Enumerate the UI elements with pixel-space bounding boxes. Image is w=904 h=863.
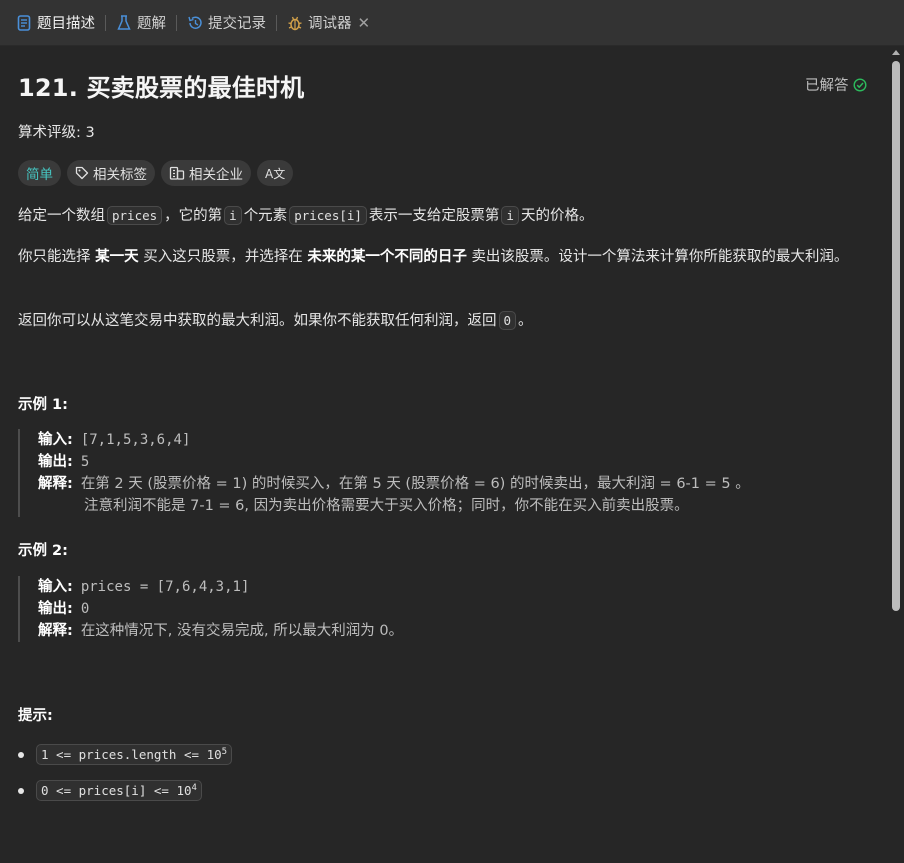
explain-label: 解释: xyxy=(38,476,73,492)
difficulty-label: 简单 xyxy=(26,167,53,183)
constraint-exponent: 5 xyxy=(221,747,228,757)
tab-label: 题目描述 xyxy=(37,16,95,32)
output-label: 输出: xyxy=(38,601,73,617)
description-paragraph: 你只能选择 某一天 买入这只股票，并选择在 未来的某一个不同的日子 卖出该股票。… xyxy=(18,245,870,269)
example-block: 输入: [7,1,5,3,6,4] 输出: 5 解释: 在第 2 天 (股票价格… xyxy=(18,429,870,517)
text: 你只能选择 xyxy=(18,249,91,265)
translate-icon: A文 xyxy=(265,166,286,181)
rating-label: 算术评级: xyxy=(18,125,81,141)
document-icon xyxy=(16,14,32,31)
tab-debugger[interactable]: 调试器 ✕ xyxy=(281,8,376,38)
companies-button[interactable]: 相关企业 xyxy=(161,160,251,186)
example-block: 输入: prices = [7,6,4,3,1] 输出: 0 解释: 在这种情况… xyxy=(18,576,870,642)
example-input: 输入: [7,1,5,3,6,4] xyxy=(38,429,870,451)
rating-value: 3 xyxy=(85,125,95,141)
tab-label: 提交记录 xyxy=(208,16,266,32)
text: 表示一支给定股票第 xyxy=(368,208,500,224)
example-input: 输入: prices = [7,6,4,3,1] xyxy=(38,576,870,598)
explain-text: 注意利润不能是 7-1 = 6, 因为卖出价格需要大于买入价格；同时，你不能在买… xyxy=(84,498,689,514)
input-value: [7,1,5,3,6,4] xyxy=(80,432,191,448)
solved-label: 已解答 xyxy=(805,78,849,94)
inline-code: i xyxy=(501,206,519,225)
description-paragraph: 返回你可以从这笔交易中获取的最大利润。如果你不能获取任何利润，返回 0。 xyxy=(18,309,870,333)
tab-submissions[interactable]: 提交记录 xyxy=(181,8,272,38)
text: 给定一个数组 xyxy=(18,208,105,224)
explain-text: 在第 2 天 (股票价格 = 1) 的时候买入，在第 5 天 (股票价格 = 6… xyxy=(80,476,750,492)
example-output: 输出: 5 xyxy=(38,451,870,473)
scrollbar-thumb[interactable] xyxy=(892,61,900,611)
constraint-exponent: 4 xyxy=(191,783,197,793)
bold-text: 未来的某一个不同的日子 xyxy=(307,249,467,265)
inline-code: i xyxy=(224,206,242,225)
constraint-text: 1 <= prices.length <= 10 xyxy=(41,747,222,763)
constraint-text: 0 <= prices[i] <= 10 xyxy=(41,783,192,799)
scroll-up-arrow-icon[interactable] xyxy=(892,50,900,55)
output-label: 输出: xyxy=(38,454,73,470)
rating: 算术评级: 3 xyxy=(18,121,95,142)
input-value: prices = [7,6,4,3,1] xyxy=(80,579,250,595)
description-paragraph: 给定一个数组 prices ，它的第 i 个元素 prices[i] 表示一支给定股票第 i 天… xyxy=(18,204,870,228)
problem-title: 121. 买卖股票的最佳时机 xyxy=(18,74,305,102)
inline-code: prices xyxy=(107,206,163,225)
example-heading: 示例 1: xyxy=(18,397,68,413)
translate-button[interactable]: A文 xyxy=(257,160,294,186)
bullet xyxy=(18,751,24,758)
tab-solutions[interactable]: 题解 xyxy=(110,8,172,38)
tab-divider xyxy=(105,14,106,31)
difficulty-badge: 简单 xyxy=(18,160,61,186)
text: 卖出该股票。设计一个算法来计算你所能获取的最大利润。 xyxy=(471,249,849,265)
constraint-code: 1 <= prices.length <= 105 xyxy=(36,744,233,766)
topics-button[interactable]: 相关标签 xyxy=(67,160,155,186)
tag-row: 简单 相关标签 相关企业 A文 xyxy=(18,160,294,186)
solved-status: 已解答 xyxy=(805,74,867,95)
example-explanation: 解释: 在第 2 天 (股票价格 = 1) 的时候买入，在第 5 天 (股票价格… xyxy=(38,473,870,495)
close-icon[interactable]: ✕ xyxy=(358,14,371,32)
bullet xyxy=(18,787,24,794)
tag-icon xyxy=(75,166,89,180)
building-icon xyxy=(169,166,185,180)
example-explanation-cont: 注意利润不能是 7-1 = 6, 因为卖出价格需要大于买入价格；同时，你不能在买… xyxy=(38,495,870,517)
output-value: 5 xyxy=(80,454,90,470)
constraints-heading: 提示: xyxy=(18,708,53,724)
explain-label: 解释: xyxy=(38,623,73,639)
text: 个元素 xyxy=(243,208,288,224)
output-value: 0 xyxy=(80,601,90,617)
bug-icon xyxy=(287,15,303,31)
companies-label: 相关企业 xyxy=(189,167,243,183)
example-explanation: 解释: 在这种情况下, 没有交易完成, 所以最大利润为 0。 xyxy=(38,620,870,642)
tab-divider xyxy=(176,14,177,31)
explain-text: 在这种情况下, 没有交易完成, 所以最大利润为 0。 xyxy=(80,623,404,639)
constraint-code: 0 <= prices[i] <= 104 xyxy=(36,780,202,802)
tab-divider xyxy=(276,14,277,31)
example-heading: 示例 2: xyxy=(18,543,68,559)
tab-label: 调试器 xyxy=(308,16,352,32)
input-label: 输入: xyxy=(38,432,73,448)
check-circle-icon xyxy=(852,77,867,92)
history-icon xyxy=(187,15,203,31)
flask-icon xyxy=(116,14,132,31)
text: 返回你可以从这笔交易中获取的最大利润。如果你不能获取任何利润，返回 xyxy=(18,313,497,329)
tab-description[interactable]: 题目描述 xyxy=(10,8,101,38)
text: 买入这只股票，并选择在 xyxy=(143,249,303,265)
constraint-item: 0 <= prices[i] <= 104 xyxy=(18,780,202,802)
text: ，它的第 xyxy=(164,208,223,224)
input-label: 输入: xyxy=(38,579,73,595)
inline-code: 0 xyxy=(498,311,517,330)
topics-label: 相关标签 xyxy=(93,167,147,183)
text: 天的价格。 xyxy=(520,208,594,224)
text: 。 xyxy=(518,313,533,329)
bold-text: 某一天 xyxy=(95,249,139,265)
inline-code: prices[i] xyxy=(289,206,367,225)
constraint-item: 1 <= prices.length <= 105 xyxy=(18,744,233,766)
tab-bar: 题目描述 题解 提交记录 调试器 ✕ xyxy=(0,0,904,46)
tab-label: 题解 xyxy=(137,16,166,32)
example-output: 输出: 0 xyxy=(38,598,870,620)
